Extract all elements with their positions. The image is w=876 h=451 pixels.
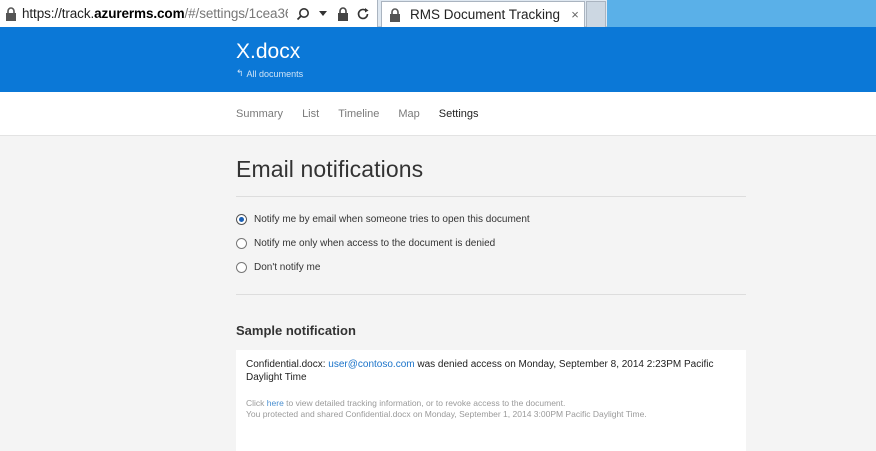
address-tools [294, 3, 372, 25]
document-title: X.docx [236, 40, 301, 63]
document-icon [384, 7, 406, 23]
divider [236, 196, 746, 197]
browser-tab[interactable]: RMS Document Tracking × [381, 1, 585, 27]
chevron-down-icon[interactable] [314, 3, 332, 25]
browser-chrome: https://track.azurerms.com/#/settings/1c… [0, 0, 876, 27]
search-icon[interactable] [294, 3, 312, 25]
all-documents-link[interactable]: ↰ All documents [236, 68, 303, 79]
sample-notification-title: Sample notification [236, 323, 356, 338]
sample-meta: Click here to view detailed tracking inf… [246, 398, 736, 420]
window-caption-area [607, 0, 876, 27]
sample-protected-line: You protected and shared Confidential.do… [246, 409, 647, 419]
radio-notify-denied[interactable] [236, 237, 247, 249]
tab-title: RMS Document Tracking [410, 7, 561, 22]
address-bar[interactable]: https://track.azurerms.com/#/settings/1c… [0, 0, 378, 27]
tab-map[interactable]: Map [398, 108, 419, 120]
here-link[interactable]: here [267, 398, 284, 408]
document-nav: Summary List Timeline Map Settings [0, 92, 876, 136]
tab-list[interactable]: List [302, 108, 319, 120]
notification-options: Notify me by email when someone tries to… [236, 207, 746, 279]
close-icon[interactable]: × [566, 7, 584, 22]
back-arrow-icon: ↰ [236, 68, 244, 78]
tab-timeline[interactable]: Timeline [338, 108, 379, 120]
new-tab-button[interactable] [586, 1, 606, 27]
option-label: Notify me by email when someone tries to… [254, 213, 530, 225]
option-label: Don't notify me [254, 261, 321, 273]
sample-email-link[interactable]: user@contoso.com [328, 359, 414, 370]
radio-dont-notify[interactable] [236, 261, 247, 273]
option-notify-open[interactable]: Notify me by email when someone tries to… [236, 207, 746, 231]
app-header: X.docx ↰ All documents [0, 27, 876, 92]
url-scheme: https://track. [22, 6, 95, 21]
all-documents-label: All documents [246, 68, 304, 79]
sample-doc-name: Confidential.docx: [246, 359, 329, 370]
page-title: Email notifications [236, 156, 424, 182]
nav-tabs: Summary List Timeline Map Settings [236, 108, 498, 120]
sample-click-line: Click here to view detailed tracking inf… [246, 398, 736, 409]
settings-content: Email notifications Notify me by email w… [236, 136, 746, 451]
refresh-icon[interactable] [354, 3, 372, 25]
option-dont-notify[interactable]: Don't notify me [236, 255, 746, 279]
page-icon [0, 0, 22, 27]
sample-notification-card: Confidential.docx: user@contoso.com was … [236, 350, 746, 451]
sample-message: Confidential.docx: user@contoso.com was … [246, 358, 736, 384]
tab-settings[interactable]: Settings [439, 108, 479, 120]
click-prefix: Click [246, 398, 267, 408]
lock-icon[interactable] [334, 3, 352, 25]
option-label: Notify me only when access to the docume… [254, 237, 496, 249]
option-notify-denied[interactable]: Notify me only when access to the docume… [236, 231, 746, 255]
url-text[interactable]: https://track.azurerms.com/#/settings/1c… [22, 6, 288, 21]
url-path: /#/settings/1cea3636- [184, 6, 288, 21]
divider [236, 294, 746, 295]
click-suffix: to view detailed tracking information, o… [283, 398, 566, 408]
url-domain: azurerms.com [94, 6, 185, 21]
radio-notify-open[interactable] [236, 213, 247, 225]
tab-summary[interactable]: Summary [236, 108, 283, 120]
